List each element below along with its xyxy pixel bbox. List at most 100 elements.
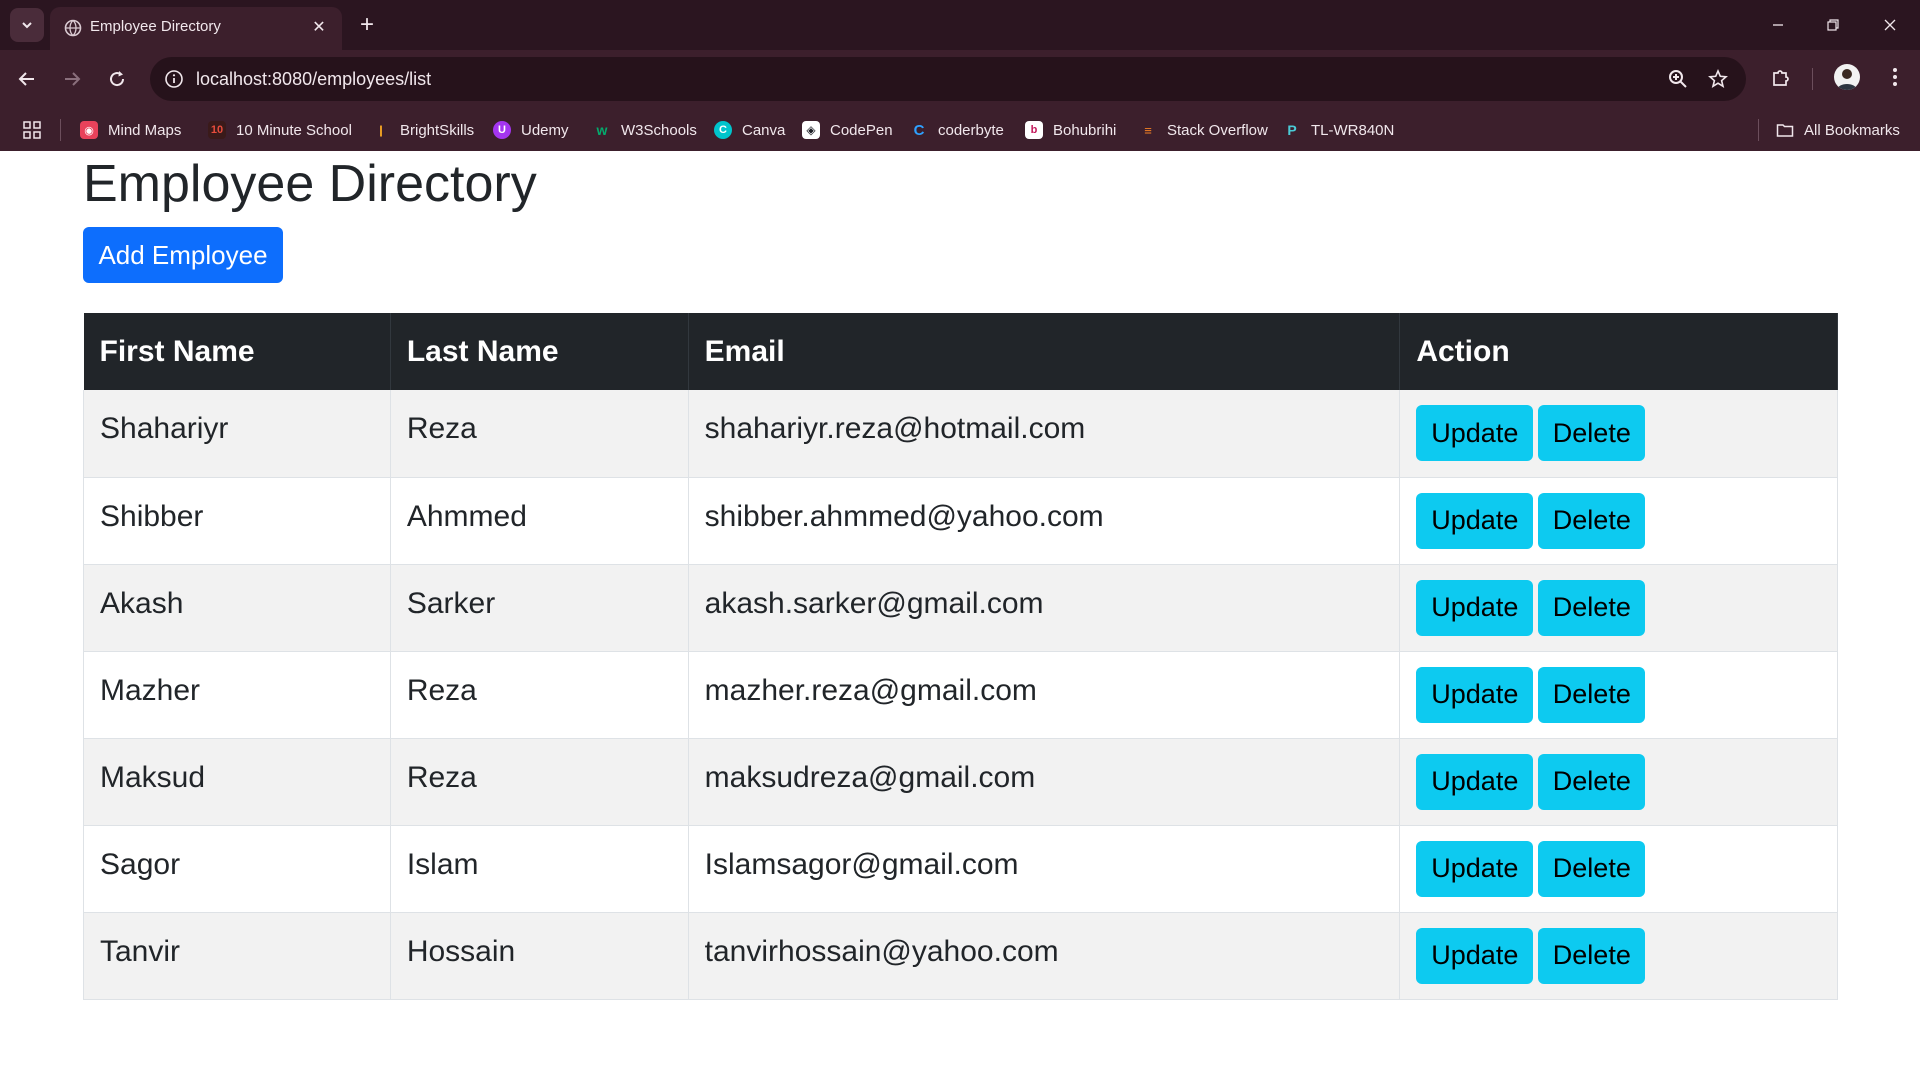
tp-link-icon: P <box>1287 122 1297 138</box>
first-name-cell: Sagor <box>83 825 391 913</box>
zoom-button[interactable] <box>1666 67 1690 91</box>
bookmark-canva[interactable]: C Canva <box>714 116 785 144</box>
email-cell: tanvirhossain@yahoo.com <box>688 912 1401 1000</box>
action-cell: Update Delete <box>1399 912 1838 1000</box>
delete-button[interactable]: Delete <box>1538 579 1646 636</box>
bookmark-brightskills[interactable]: ❙ BrightSkills <box>372 116 474 144</box>
apps-grid-icon <box>23 121 41 139</box>
update-button[interactable]: Update <box>1416 753 1534 810</box>
bookmark-codepen[interactable]: ◈ CodePen <box>802 116 893 144</box>
first-name-cell: Akash <box>83 564 391 652</box>
forward-button[interactable] <box>55 62 89 96</box>
last-name-cell: Sarker <box>390 564 689 652</box>
email-cell: shibber.ahmmed@yahoo.com <box>688 477 1401 565</box>
email-cell: akash.sarker@gmail.com <box>688 564 1401 652</box>
mindmaps-icon: ◉ <box>80 121 98 139</box>
table-row: Shahariyr Reza shahariyr.reza@hotmail.co… <box>83 390 1838 478</box>
url-text[interactable]: localhost:8080/employees/list <box>196 69 431 90</box>
profile-avatar[interactable] <box>1834 64 1860 90</box>
tab-search-button[interactable] <box>10 8 44 42</box>
bookmarks-bar: ◉ Mind Maps 10 10 Minute School ❙ Bright… <box>0 108 1920 151</box>
tab-strip: Employee Directory ✕ + <box>0 0 1920 50</box>
close-icon <box>1884 19 1896 31</box>
action-cell: Update Delete <box>1399 651 1838 739</box>
apps-button[interactable] <box>20 118 44 142</box>
minimize-button[interactable] <box>1758 8 1798 42</box>
first-name-cell: Tanvir <box>83 912 391 1000</box>
browser-menu-button[interactable] <box>1880 62 1910 92</box>
avatar-icon <box>1837 69 1857 90</box>
update-button[interactable]: Update <box>1416 492 1534 549</box>
active-tab[interactable]: Employee Directory ✕ <box>50 7 342 50</box>
employee-table: First Name Last Name Email Action Shahar… <box>83 313 1838 1000</box>
toolbar-separator <box>1812 68 1813 90</box>
bookmark-tl-wr840n[interactable]: P TL-WR840N <box>1283 116 1394 144</box>
delete-button[interactable]: Delete <box>1538 927 1646 984</box>
close-window-button[interactable] <box>1870 8 1910 42</box>
browser-toolbar: localhost:8080/employees/list <box>0 50 1920 108</box>
bookmark-bohubrihi[interactable]: b Bohubrihi <box>1025 116 1116 144</box>
bookmarks-right-separator <box>1758 119 1759 141</box>
close-tab-icon[interactable]: ✕ <box>308 16 330 38</box>
action-cell: Update Delete <box>1399 564 1838 652</box>
10-minute-school-icon: 10 <box>208 121 226 139</box>
reload-button[interactable] <box>100 62 134 96</box>
table-row: Sagor Islam Islamsagor@gmail.com Update D… <box>83 825 1838 913</box>
bookmark-10-minute-school[interactable]: 10 10 Minute School <box>208 116 352 144</box>
first-name-cell: Shahariyr <box>83 390 391 478</box>
bookmark-w3schools[interactable]: w W3Schools <box>593 116 697 144</box>
last-name-cell: Reza <box>390 738 689 826</box>
email-cell: Islamsagor@gmail.com <box>688 825 1401 913</box>
reload-icon <box>110 71 125 87</box>
last-name-cell: Reza <box>390 651 689 739</box>
back-button[interactable] <box>10 62 44 96</box>
update-button[interactable]: Update <box>1416 579 1534 636</box>
bookmarks-separator <box>60 119 61 141</box>
bookmark-coderbyte[interactable]: C coderbyte <box>910 116 1004 144</box>
bookmark-udemy[interactable]: U Udemy <box>493 116 569 144</box>
action-cell: Update Delete <box>1399 390 1838 478</box>
first-name-cell: Shibber <box>83 477 391 565</box>
site-info-button[interactable] <box>162 67 186 91</box>
table-header: First Name Last Name Email Action <box>83 313 1838 390</box>
arrow-left-icon <box>18 72 34 86</box>
brightskills-icon: ❙ <box>376 124 386 137</box>
header-action: Action <box>1399 313 1838 390</box>
table-row: Mazher Reza mazher.reza@gmail.com Update… <box>83 651 1838 739</box>
header-email: Email <box>688 313 1401 390</box>
update-button[interactable]: Update <box>1416 927 1534 984</box>
coderbyte-icon: C <box>913 121 925 139</box>
table-row: Tanvir Hossain tanvirhossain@yahoo.com U… <box>83 912 1838 1000</box>
delete-button[interactable]: Delete <box>1538 405 1646 462</box>
action-cell: Update Delete <box>1399 738 1838 826</box>
delete-button[interactable]: Delete <box>1538 753 1646 810</box>
table-row: Maksud Reza maksudreza@gmail.com Update D… <box>83 738 1838 826</box>
address-bar[interactable]: localhost:8080/employees/list <box>150 57 1746 101</box>
restore-icon <box>1827 19 1839 31</box>
table-row: Shibber Ahmmed shibber.ahmmed@yahoo.com … <box>83 477 1838 565</box>
first-name-cell: Maksud <box>83 738 391 826</box>
delete-button[interactable]: Delete <box>1538 666 1646 723</box>
zoom-in-icon <box>1669 70 1687 88</box>
new-tab-button[interactable]: + <box>354 12 380 38</box>
bookmark-star-button[interactable] <box>1706 67 1730 91</box>
extensions-button[interactable] <box>1766 62 1796 92</box>
header-last-name: Last Name <box>390 313 689 390</box>
info-icon <box>165 70 183 88</box>
update-button[interactable]: Update <box>1416 405 1534 462</box>
browser-chrome: Employee Directory ✕ + localhost:8080/em… <box>0 0 1920 151</box>
last-name-cell: Islam <box>390 825 689 913</box>
update-button[interactable]: Update <box>1416 666 1534 723</box>
star-icon <box>1708 69 1728 89</box>
delete-button[interactable]: Delete <box>1538 840 1646 897</box>
all-bookmarks-button[interactable]: All Bookmarks <box>1776 116 1900 144</box>
restore-button[interactable] <box>1813 8 1853 42</box>
folder-icon <box>1776 124 1794 137</box>
delete-button[interactable]: Delete <box>1538 492 1646 549</box>
canva-icon: C <box>714 121 732 139</box>
w3schools-icon: w <box>596 122 608 138</box>
bookmark-mind-maps[interactable]: ◉ Mind Maps <box>80 116 181 144</box>
add-employee-button[interactable]: Add Employee <box>83 227 283 283</box>
bookmark-stack-overflow[interactable]: ≡ Stack Overflow <box>1139 116 1268 144</box>
update-button[interactable]: Update <box>1416 840 1534 897</box>
